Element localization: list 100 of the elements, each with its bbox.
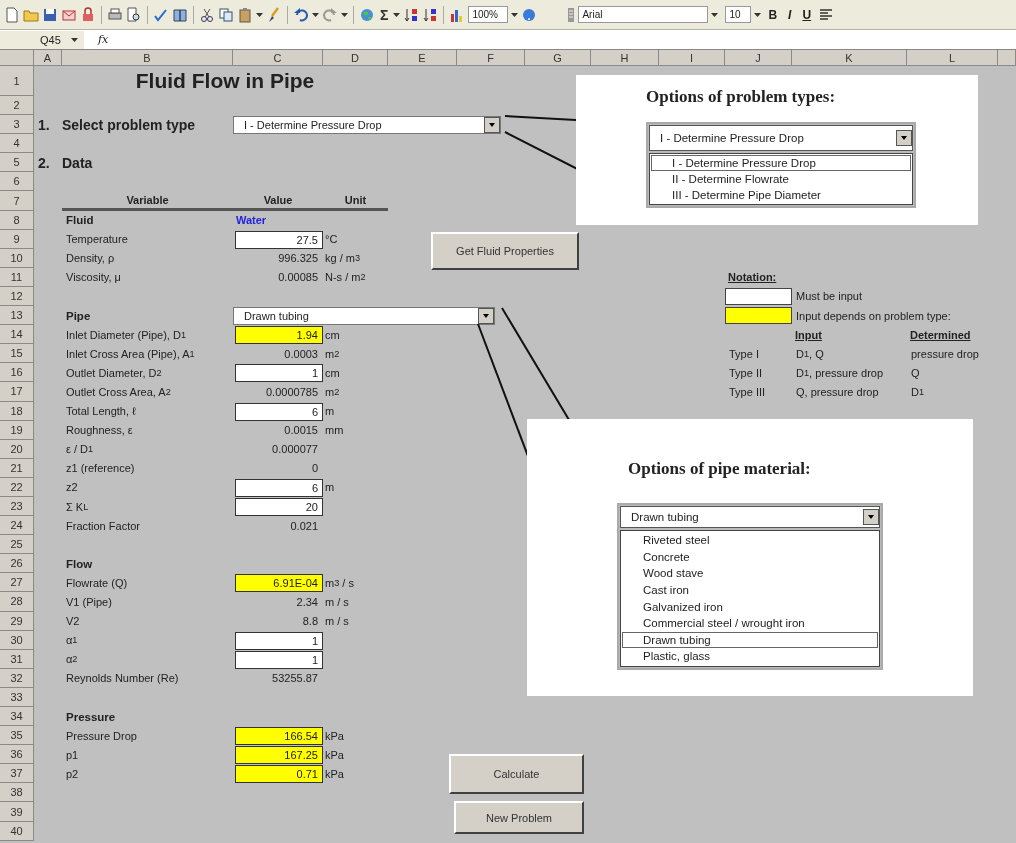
- input-field[interactable]: 6: [235, 402, 323, 421]
- get-properties-button[interactable]: Get Fluid Properties: [431, 232, 579, 270]
- row-header[interactable]: 37: [0, 764, 34, 784]
- row-header[interactable]: 1: [0, 66, 34, 96]
- brush-icon[interactable]: [266, 6, 282, 23]
- column-header[interactable]: K: [792, 50, 907, 66]
- problem-type-dropdown[interactable]: I - Determine Pressure Drop: [649, 125, 913, 151]
- save-icon[interactable]: [42, 6, 58, 23]
- column-header[interactable]: L: [907, 50, 998, 66]
- caret-icon[interactable]: [754, 12, 762, 17]
- row-header[interactable]: 27: [0, 573, 34, 593]
- dropdown-option[interactable]: Drawn tubing: [622, 631, 878, 649]
- caret-icon[interactable]: [711, 12, 719, 17]
- row-header[interactable]: 38: [0, 783, 34, 803]
- format-button[interactable]: U: [798, 7, 816, 22]
- row-header[interactable]: 28: [0, 592, 34, 612]
- zoom-field[interactable]: 100%: [468, 6, 509, 23]
- row-header[interactable]: 29: [0, 611, 34, 631]
- dropdown-option[interactable]: Plastic, glass: [622, 648, 878, 665]
- font-field[interactable]: Arial: [578, 6, 709, 23]
- row-header[interactable]: 8: [0, 210, 34, 230]
- format-button[interactable]: I: [784, 7, 796, 22]
- row-header[interactable]: 5: [0, 153, 34, 173]
- row-header[interactable]: 4: [0, 134, 34, 154]
- input-field[interactable]: 1: [235, 631, 323, 650]
- help-icon[interactable]: [521, 6, 538, 23]
- row-header[interactable]: 19: [0, 420, 34, 440]
- column-header[interactable]: C: [233, 50, 323, 66]
- input-field[interactable]: 1: [235, 650, 323, 669]
- caret-icon[interactable]: [511, 12, 519, 17]
- book-icon[interactable]: [172, 6, 188, 23]
- column-header[interactable]: J: [725, 50, 792, 66]
- name-box[interactable]: Q45: [0, 30, 84, 49]
- row-header[interactable]: 31: [0, 649, 34, 669]
- cut-icon[interactable]: [199, 6, 215, 23]
- dropdown-option[interactable]: Cast iron: [622, 581, 878, 599]
- row-header[interactable]: 21: [0, 458, 34, 478]
- input-field[interactable]: 0.71: [235, 765, 323, 784]
- dropdown-option[interactable]: Wood stave: [622, 565, 878, 582]
- row-header[interactable]: 9: [0, 229, 34, 249]
- caret-icon[interactable]: [393, 12, 401, 17]
- row-header[interactable]: 12: [0, 286, 34, 307]
- column-header[interactable]: F: [457, 50, 525, 66]
- row-header[interactable]: 35: [0, 726, 34, 746]
- row-header[interactable]: 30: [0, 630, 34, 650]
- row-header[interactable]: 40: [0, 821, 34, 841]
- row-header[interactable]: 2: [0, 96, 34, 116]
- caret-icon[interactable]: [71, 37, 78, 42]
- row-header[interactable]: 23: [0, 496, 34, 517]
- row-header[interactable]: 11: [0, 267, 34, 287]
- row-header[interactable]: 15: [0, 344, 34, 364]
- row-header[interactable]: 22: [0, 477, 34, 497]
- input-field[interactable]: 20: [235, 497, 323, 516]
- caret-icon[interactable]: [256, 12, 263, 17]
- sort-descending-icon[interactable]: [422, 6, 439, 23]
- row-header[interactable]: 32: [0, 668, 34, 688]
- row-header[interactable]: 13: [0, 306, 34, 326]
- row-header[interactable]: 26: [0, 554, 34, 574]
- row-header[interactable]: 18: [0, 401, 34, 421]
- column-header[interactable]: H: [591, 50, 659, 66]
- dropdown-option[interactable]: III - Determine Pipe Diameter: [651, 187, 911, 203]
- row-header[interactable]: 7: [0, 191, 34, 211]
- dropdown-option[interactable]: II - Determine Flowrate: [651, 171, 911, 187]
- input-field[interactable]: 1.94: [235, 326, 323, 345]
- column-header[interactable]: E: [388, 50, 457, 66]
- input-field[interactable]: 6: [235, 478, 323, 497]
- column-header[interactable]: I: [659, 50, 725, 66]
- row-header[interactable]: 17: [0, 382, 34, 402]
- row-header[interactable]: 36: [0, 745, 34, 765]
- column-header[interactable]: D: [323, 50, 388, 66]
- undo-icon[interactable]: [293, 6, 309, 23]
- print-preview-icon[interactable]: [126, 6, 142, 23]
- row-header[interactable]: 39: [0, 802, 34, 822]
- globe-icon[interactable]: [359, 6, 375, 23]
- copy-icon[interactable]: [218, 6, 234, 23]
- input-field[interactable]: 27.5: [235, 230, 323, 249]
- printer-icon[interactable]: [107, 6, 123, 23]
- dropdown-option[interactable]: Concrete: [622, 548, 878, 566]
- toolbar-grip-icon[interactable]: [567, 6, 576, 23]
- column-header[interactable]: G: [525, 50, 591, 66]
- font-size-field[interactable]: 10: [725, 6, 752, 23]
- input-field[interactable]: 166.54: [235, 727, 323, 746]
- new-problem-button[interactable]: New Problem: [454, 801, 584, 834]
- column-header[interactable]: A: [34, 50, 62, 66]
- sum-symbol[interactable]: Σ: [378, 6, 391, 23]
- row-header[interactable]: 3: [0, 115, 34, 135]
- row-header[interactable]: 6: [0, 172, 34, 192]
- row-header[interactable]: 34: [0, 707, 34, 727]
- align-left-icon[interactable]: [818, 6, 835, 23]
- input-field[interactable]: 167.25: [235, 746, 323, 765]
- pipe-material-dropdown[interactable]: Drawn tubing: [620, 506, 880, 528]
- document-icon[interactable]: [4, 6, 20, 23]
- sort-ascending-icon[interactable]: [403, 6, 420, 23]
- row-header[interactable]: 16: [0, 363, 34, 383]
- row-header[interactable]: 20: [0, 439, 34, 459]
- caret-icon[interactable]: [312, 12, 319, 17]
- column-header[interactable]: B: [62, 50, 233, 66]
- row-header[interactable]: 10: [0, 248, 34, 268]
- dropdown-option[interactable]: Galvanized iron: [622, 598, 878, 615]
- dropdown-option[interactable]: Commercial steel / wrought iron: [622, 614, 878, 632]
